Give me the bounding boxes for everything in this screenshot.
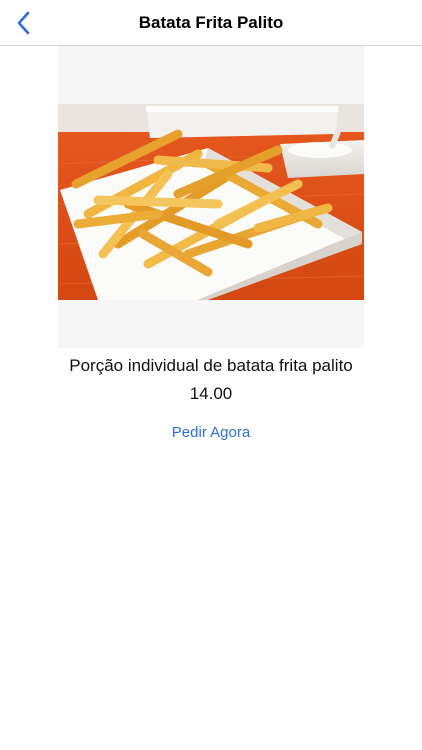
product-description: Porção individual de batata frita palito (69, 356, 353, 375)
back-button[interactable] (6, 6, 42, 40)
product-price: 14.00 (189, 384, 233, 403)
page-title: Batata Frita Palito (138, 13, 284, 32)
french-fries-photo (58, 104, 364, 300)
navigation-bar: Batata Frita Palito (0, 0, 422, 46)
product-image-frame (58, 46, 364, 348)
chevron-left-icon (17, 11, 30, 35)
order-now-button[interactable]: Pedir Agora (140, 420, 282, 446)
